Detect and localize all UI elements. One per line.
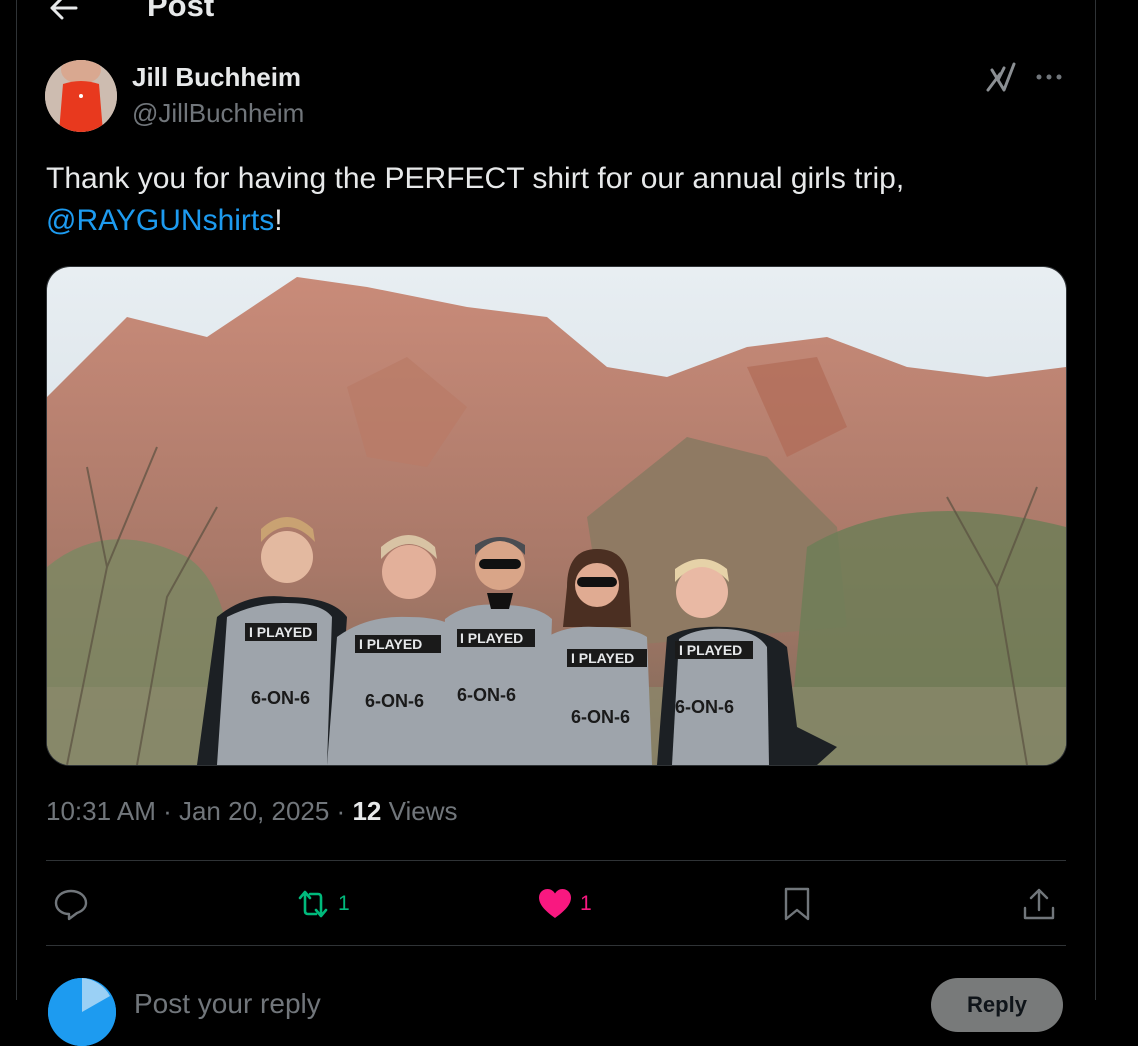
repost-count: 1 [338,892,350,915]
repost-button[interactable]: 1 [294,882,350,926]
avatar[interactable] [45,60,117,132]
views-count: 12 [352,796,382,826]
heart-icon [539,889,571,918]
repost-icon [298,890,328,918]
bookmark-button[interactable] [778,882,816,926]
page-title: Post [147,0,215,23]
like-count: 1 [580,892,592,915]
shirt-print-line1: I PLAYED [359,636,422,652]
shirt-print-line1: I PLAYED [460,630,523,646]
divider-bottom [46,945,1066,946]
reply-submit-button[interactable]: Reply [931,978,1063,1032]
column-border-right [1095,0,1096,1000]
speech-bubble-icon [54,889,88,921]
back-arrow-icon[interactable] [46,0,82,26]
shirt-print-line1: I PLAYED [679,642,742,658]
current-user-avatar[interactable] [48,978,116,1046]
bookmark-icon [784,887,810,921]
shirt-print-line1: I PLAYED [249,624,312,640]
post-text: Thank you for having the PERFECT shirt f… [46,158,1056,242]
more-options-icon[interactable] [1034,66,1064,88]
post-text-main: Thank you for having the PERFECT shirt f… [46,162,905,195]
shirt-print-line2: 6-ON-6 [251,688,310,708]
shirt-print-line1: I PLAYED [571,650,634,666]
shirt-print-line2: 6-ON-6 [571,707,630,727]
mention-link[interactable]: @RAYGUNshirts [46,204,274,237]
grok-icon[interactable] [984,60,1018,94]
author-name[interactable]: Jill Buchheim [132,62,301,93]
share-button[interactable] [1020,882,1058,926]
share-icon [1023,888,1055,920]
views-label: Views [388,796,458,826]
shirt-print-line2: 6-ON-6 [675,697,734,717]
shirt-print-line2: 6-ON-6 [457,685,516,705]
reply-button[interactable] [52,882,90,926]
reply-input[interactable]: Post your reply [134,988,321,1020]
post-meta: 10:31 AM · Jan 20, 2025 · 12 Views [46,796,458,826]
post-photo[interactable]: I PLAYED 6-ON-6 I PLAYED 6-ON-6 I PLAYED… [46,266,1067,766]
shirt-print-line2: 6-ON-6 [365,691,424,711]
column-border-left [16,0,17,1000]
post-text-end: ! [274,204,283,237]
author-handle[interactable]: @JillBuchheim [132,98,304,129]
post-time[interactable]: 10:31 AM [46,796,156,826]
like-button[interactable]: 1 [536,882,592,926]
divider-top [46,860,1066,861]
post-date[interactable]: Jan 20, 2025 [179,796,329,826]
